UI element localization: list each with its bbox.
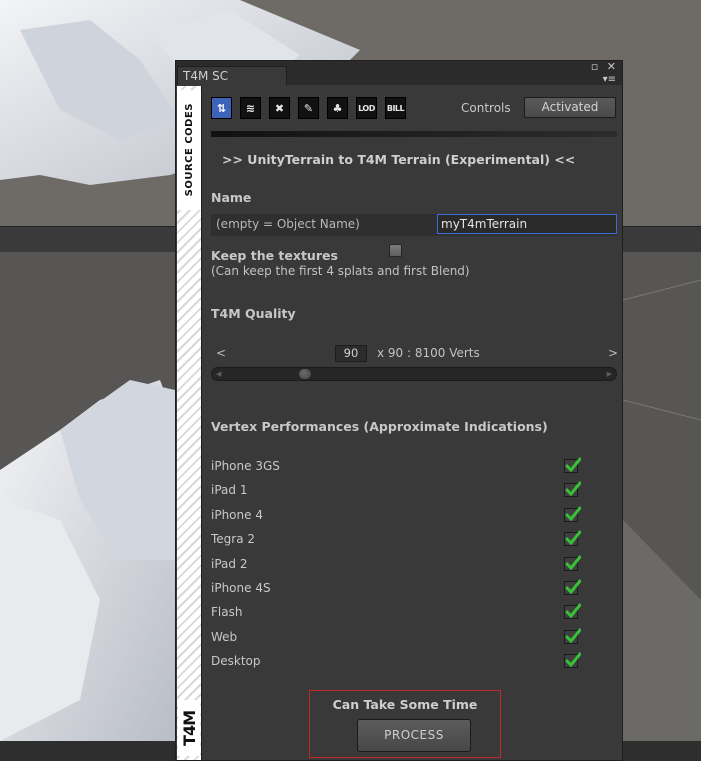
controls-activated-button[interactable]: Activated [524,97,616,118]
device-row: Tegra 2 [211,530,617,552]
device-check-icon [564,652,581,669]
device-row: Web [211,628,617,650]
source-codes-label-box: SOURCE CODES [177,90,201,210]
device-check-icon [564,506,581,522]
device-row: iPhone 3GS [211,457,617,479]
quality-slider[interactable]: ◀ ▶ [211,367,617,381]
device-row: Flash [211,603,617,625]
keep-textures-checkbox[interactable] [389,244,402,257]
t4m-logo: T4M [178,700,200,756]
keep-textures-hint: (Can keep the first 4 splats and first B… [211,264,470,278]
device-row: iPhone 4S [211,579,617,601]
device-row: Desktop [211,652,617,674]
window-menu-icon[interactable]: ▾≡ [603,74,616,85]
device-name: Tegra 2 [211,532,256,547]
restore-icon[interactable]: ▫ [591,61,598,72]
converter-heading: >> UnityTerrain to T4M Terrain (Experime… [222,152,576,167]
tree-icon[interactable]: ♣ [327,97,348,119]
device-check-icon [564,579,581,595]
vertex-performance-heading: Vertex Performances (Approximate Indicat… [211,419,548,434]
name-label: Name [211,190,252,205]
slider-left-cap: ◀ [216,370,222,378]
source-codes-strip: SOURCE CODES T4M [177,86,202,760]
device-check-icon [564,555,581,571]
tools-icon[interactable]: ✖ [269,97,290,119]
quality-next-arrow[interactable]: > [608,346,618,360]
quality-description: x 90 : 8100 Verts [377,346,480,360]
close-icon[interactable]: ✕ [607,61,616,72]
t4m-window: T4M SC ▫ ✕ ▾≡ SOURCE CODES T4M ⇅ ≋ ✖ ✎ ♣ LOD B… [175,60,623,761]
process-section: Can Take Some Time PROCESS [309,690,501,758]
keep-textures-label: Keep the textures [211,248,338,263]
terrain-name-input[interactable] [437,214,617,234]
billboard-icon[interactable]: BILL [385,97,406,119]
tool-toolbar: ⇅ ≋ ✖ ✎ ♣ LOD BILL Controls Activated [211,97,617,123]
controls-label: Controls [461,101,511,115]
source-codes-label: SOURCE CODES [183,103,195,197]
lod-icon[interactable]: LOD [356,97,377,119]
device-name: Desktop [211,654,261,669]
device-name: Flash [211,605,243,620]
device-check-icon [564,603,581,620]
device-name: Web [211,629,238,644]
quality-slider-thumb[interactable] [299,369,312,379]
window-controls: ▫ ✕ [586,61,616,72]
window-titlebar: T4M SC ▫ ✕ ▾≡ [176,61,622,85]
name-row: (empty = Object Name) [211,214,617,236]
device-row: iPhone 4 [211,506,617,528]
layers-icon[interactable]: ≋ [240,97,261,119]
quality-label: T4M Quality [211,306,296,321]
device-name: iPhone 3GS [211,459,280,473]
toolbar-separator [211,131,617,137]
quality-value-field[interactable]: 90 [335,345,367,362]
device-row: iPad 2 [211,555,617,577]
process-warning: Can Take Some Time [332,697,478,712]
t4m-logo-text: T4M [179,710,199,746]
terrain-converter-icon[interactable]: ⇅ [211,97,232,119]
device-check-icon [564,530,581,547]
device-name: iPad 1 [211,483,248,498]
brush-icon[interactable]: ✎ [298,97,319,119]
device-name: iPhone 4S [211,581,271,595]
device-check-icon [564,628,581,644]
window-tab[interactable]: T4M SC [177,66,287,85]
quality-prev-arrow[interactable]: < [216,346,226,360]
device-name: iPad 2 [211,556,248,571]
slider-right-cap: ▶ [606,370,612,378]
process-button[interactable]: PROCESS [357,719,471,752]
device-check-icon [564,481,581,498]
window-content: ⇅ ≋ ✖ ✎ ♣ LOD BILL Controls Activated >> Unity… [211,86,618,758]
device-row: iPad 1 [211,481,617,503]
name-hint: (empty = Object Name) [216,217,360,231]
device-name: iPhone 4 [211,507,263,522]
device-check-icon [564,457,581,473]
